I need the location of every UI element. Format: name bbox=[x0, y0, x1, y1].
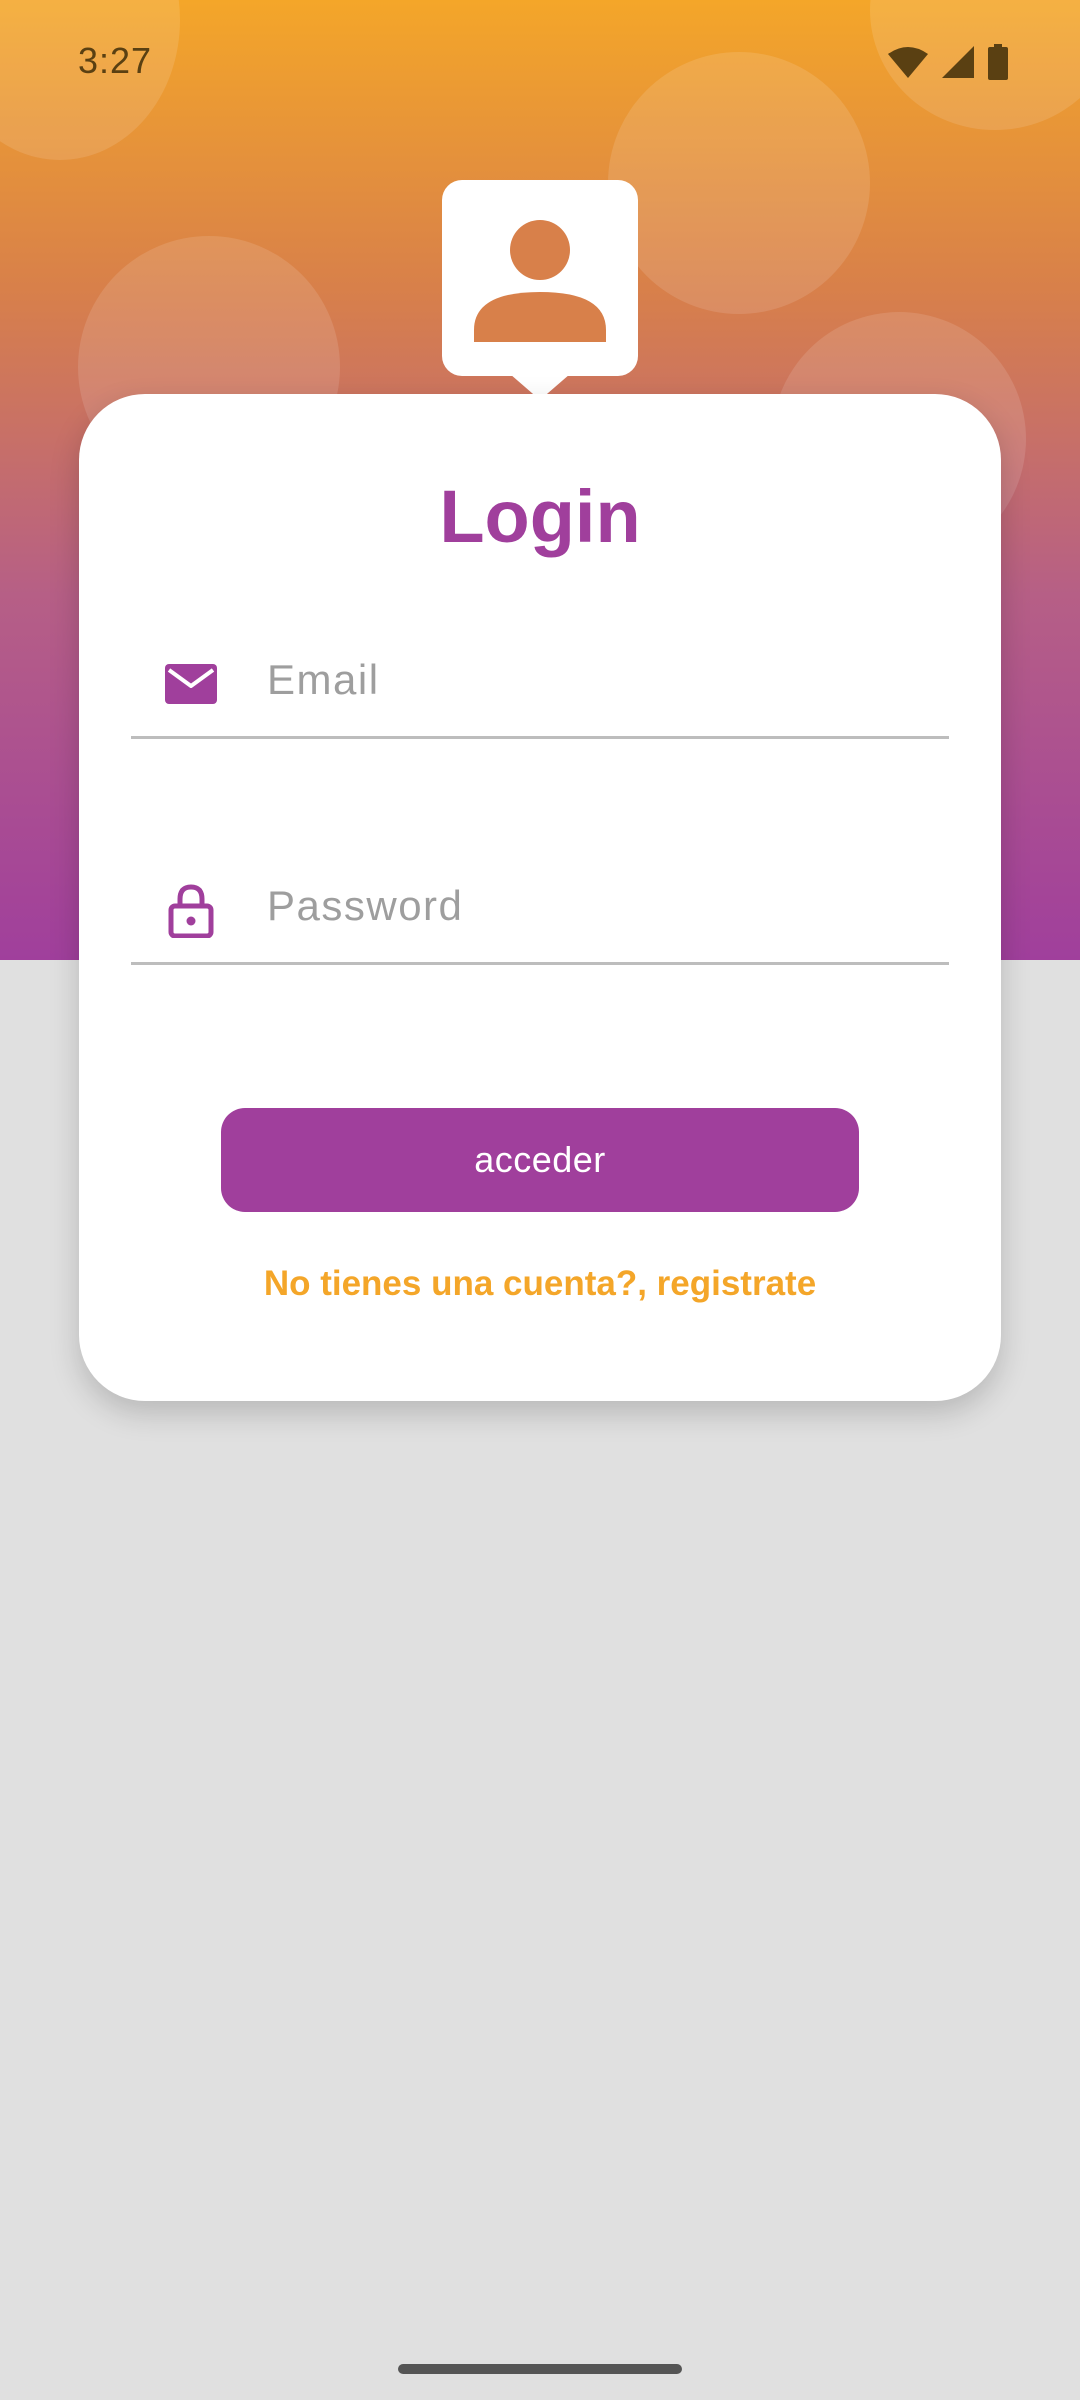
password-placeholder: Password bbox=[267, 882, 464, 929]
wifi-icon bbox=[888, 46, 928, 83]
mail-icon bbox=[163, 656, 219, 712]
status-bar: 3:27 bbox=[0, 0, 1080, 130]
email-field[interactable]: Email bbox=[131, 626, 949, 739]
home-indicator[interactable] bbox=[398, 2364, 682, 2374]
avatar-badge bbox=[442, 180, 638, 400]
cell-signal-icon bbox=[942, 46, 974, 83]
login-title: Login bbox=[439, 475, 641, 558]
password-field[interactable]: Password bbox=[131, 852, 949, 965]
status-icons bbox=[888, 44, 1008, 85]
battery-icon bbox=[988, 44, 1008, 85]
submit-button[interactable]: acceder bbox=[221, 1108, 859, 1212]
register-link[interactable]: No tienes una cuenta?, registrate bbox=[79, 1264, 1001, 1304]
status-time: 3:27 bbox=[78, 40, 153, 81]
email-placeholder: Email bbox=[267, 656, 380, 703]
login-card: Login Email Password acceder No tienes u… bbox=[79, 394, 1001, 1401]
lock-icon bbox=[163, 882, 219, 939]
